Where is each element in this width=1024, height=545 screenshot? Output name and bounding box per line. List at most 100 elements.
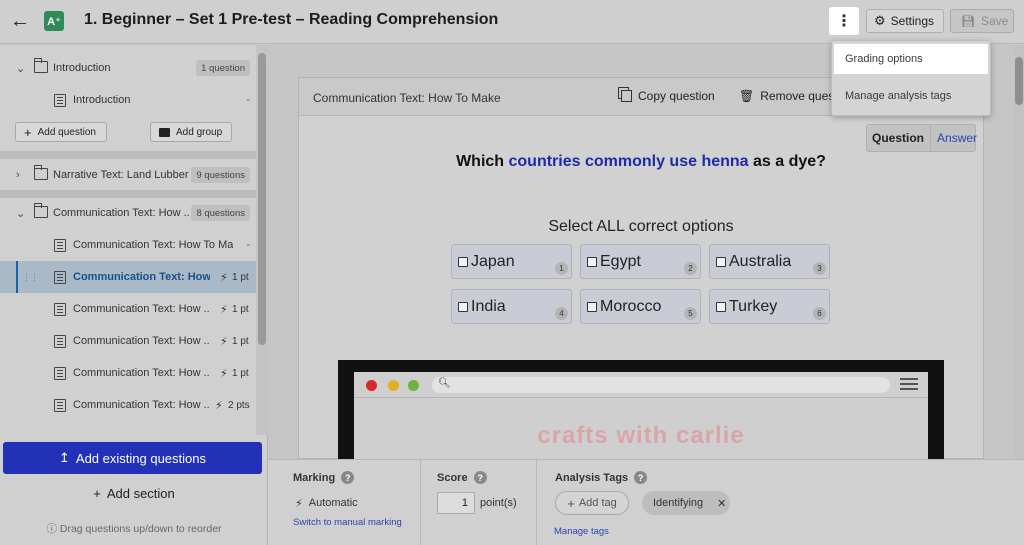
- add-tag-button[interactable]: + Add tag: [555, 491, 629, 515]
- question-label: Communication Text: How ...: [73, 399, 210, 411]
- section-label: Introduction: [53, 62, 111, 74]
- checkbox[interactable]: [458, 257, 468, 267]
- add-question-button[interactable]: + Add question: [15, 122, 107, 142]
- score-input[interactable]: 1: [437, 492, 475, 514]
- option-morocco[interactable]: Morocco 5: [580, 289, 701, 324]
- add-question-label: Add question: [37, 126, 96, 138]
- scrollbar-thumb[interactable]: [258, 53, 266, 345]
- maximize-dot-icon: [408, 380, 419, 391]
- section-introduction[interactable]: ⌄ Introduction 1 question: [0, 52, 256, 84]
- settings-button[interactable]: ⚙ Settings: [866, 9, 944, 33]
- back-arrow-icon[interactable]: ←: [8, 9, 32, 33]
- scrollbar-thumb[interactable]: [1015, 57, 1023, 105]
- question-label: Communication Text: How To Mak...: [73, 239, 233, 251]
- copy-icon: [621, 90, 632, 102]
- checkbox[interactable]: [587, 302, 597, 312]
- marking-title-text: Marking: [293, 471, 336, 484]
- option-japan[interactable]: Japan 1: [451, 244, 572, 279]
- sidebar-scrollbar[interactable]: [256, 45, 268, 435]
- question-text: Which countries commonly use henna as a …: [298, 153, 984, 171]
- question-count-badge: 8 questions: [191, 205, 250, 221]
- question-item[interactable]: Communication Text: How To Mak... -: [0, 229, 256, 261]
- section-narrative-text[interactable]: › Narrative Text: Land Lubber 9 question…: [0, 159, 256, 191]
- option-australia[interactable]: Australia 3: [709, 244, 830, 279]
- close-dot-icon: [366, 380, 377, 391]
- question-points: -: [246, 239, 250, 251]
- tab-answer[interactable]: Answer: [930, 125, 983, 151]
- checkbox[interactable]: [716, 302, 726, 312]
- main-scrollbar[interactable]: [1014, 45, 1024, 459]
- option-egypt[interactable]: Egypt 2: [580, 244, 701, 279]
- selection-indicator: [16, 261, 18, 293]
- manage-tags-link[interactable]: Manage tags: [554, 526, 609, 537]
- folder-filled-icon: [159, 127, 170, 137]
- more-options-icon[interactable]: ⋮: [829, 7, 859, 35]
- option-turkey[interactable]: Turkey 6: [709, 289, 830, 324]
- option-india[interactable]: India 4: [451, 289, 572, 324]
- instruction-text: Select ALL correct options: [548, 218, 734, 235]
- plus-icon: +: [24, 124, 32, 140]
- hamburger-icon: [900, 378, 918, 380]
- question-points: -: [246, 94, 250, 106]
- analysis-tags-title: Analysis Tags ?: [555, 471, 648, 484]
- search-icon: 🔍︎: [438, 378, 451, 389]
- help-icon[interactable]: ?: [341, 471, 355, 484]
- question-label: Communication Text: How ...: [73, 335, 210, 347]
- drag-handle-icon[interactable]: ⋮⋮: [22, 272, 39, 283]
- menu-item-manage-analysis-tags[interactable]: Manage analysis tags: [834, 81, 988, 111]
- copy-question-button[interactable]: Copy question: [621, 89, 715, 103]
- section-communication-text[interactable]: ⌄ Communication Text: How ... 8 question…: [0, 197, 256, 229]
- question-item[interactable]: Communication Text: How ... ⚡︎ 1 pt: [0, 325, 256, 357]
- score-title-text: Score: [437, 471, 468, 484]
- add-existing-questions-button[interactable]: ↥ Add existing questions: [3, 442, 262, 474]
- question-item[interactable]: Communication Text: How ... ⚡︎ 1 pt: [0, 293, 256, 325]
- question-item-selected[interactable]: ⋮⋮ Communication Text: How... ⚡︎ 1 pt: [0, 261, 256, 293]
- document-icon: [54, 399, 66, 412]
- tab-question[interactable]: Question: [867, 131, 930, 145]
- chevron-down-icon[interactable]: ⌄: [16, 62, 25, 75]
- question-item-introduction[interactable]: Introduction -: [0, 84, 256, 116]
- question-item[interactable]: Communication Text: How ... ⚡︎ 2 pts: [0, 389, 256, 421]
- help-icon[interactable]: ?: [634, 471, 648, 484]
- remove-label: Remove quest: [760, 89, 838, 103]
- question-highlight: countries commonly use henna: [508, 153, 749, 170]
- trash-icon: 🗑︎: [739, 89, 755, 103]
- question-prefix: Which: [456, 153, 509, 170]
- question-image: 🔍︎ crafts with carlie: [338, 360, 944, 459]
- chevron-down-icon[interactable]: ⌄: [16, 207, 25, 220]
- section-divider: [0, 151, 256, 159]
- settings-label: Settings: [890, 14, 935, 28]
- options-menu: Grading options Manage analysis tags: [831, 40, 991, 116]
- question-points: 1 pt: [232, 303, 249, 315]
- drag-hint-text: Drag questions up/down to reorder: [59, 523, 222, 535]
- save-button[interactable]: 💾︎ Save: [950, 9, 1014, 33]
- question-item[interactable]: Communication Text: How ... ⚡︎ 1 pt: [0, 357, 256, 389]
- add-section-button[interactable]: + Add section: [0, 481, 268, 505]
- question-points: 2 pts: [228, 399, 250, 411]
- checkbox[interactable]: [716, 257, 726, 267]
- question-points: 1 pt: [232, 367, 249, 379]
- chevron-right-icon[interactable]: ›: [16, 169, 20, 181]
- question-label: Introduction: [73, 94, 131, 106]
- checkbox[interactable]: [587, 257, 597, 267]
- card-title: Communication Text: How To Make: [313, 91, 501, 105]
- checkbox[interactable]: [458, 302, 468, 312]
- switch-manual-marking-link[interactable]: Switch to manual marking: [293, 517, 402, 528]
- remove-question-button[interactable]: 🗑︎ Remove quest: [739, 89, 838, 103]
- lightning-icon: ⚡︎: [220, 367, 228, 380]
- marking-title: Marking ?: [293, 471, 355, 484]
- document-icon: [54, 239, 66, 252]
- analysis-tags-title-text: Analysis Tags: [555, 471, 629, 484]
- score-title: Score ?: [437, 471, 487, 484]
- tag-chip: Identifying ✕: [642, 491, 730, 515]
- folder-icon: [33, 165, 48, 180]
- document-icon: [54, 335, 66, 348]
- menu-item-grading-options[interactable]: Grading options: [834, 44, 988, 74]
- divider: [536, 460, 537, 545]
- add-group-button[interactable]: Add group: [150, 122, 232, 142]
- browser-bar: 🔍︎: [354, 372, 928, 398]
- question-label: Communication Text: How...: [73, 271, 210, 283]
- remove-tag-icon[interactable]: ✕: [717, 497, 726, 510]
- copy-label: Copy question: [638, 89, 715, 103]
- help-icon[interactable]: ?: [473, 471, 487, 484]
